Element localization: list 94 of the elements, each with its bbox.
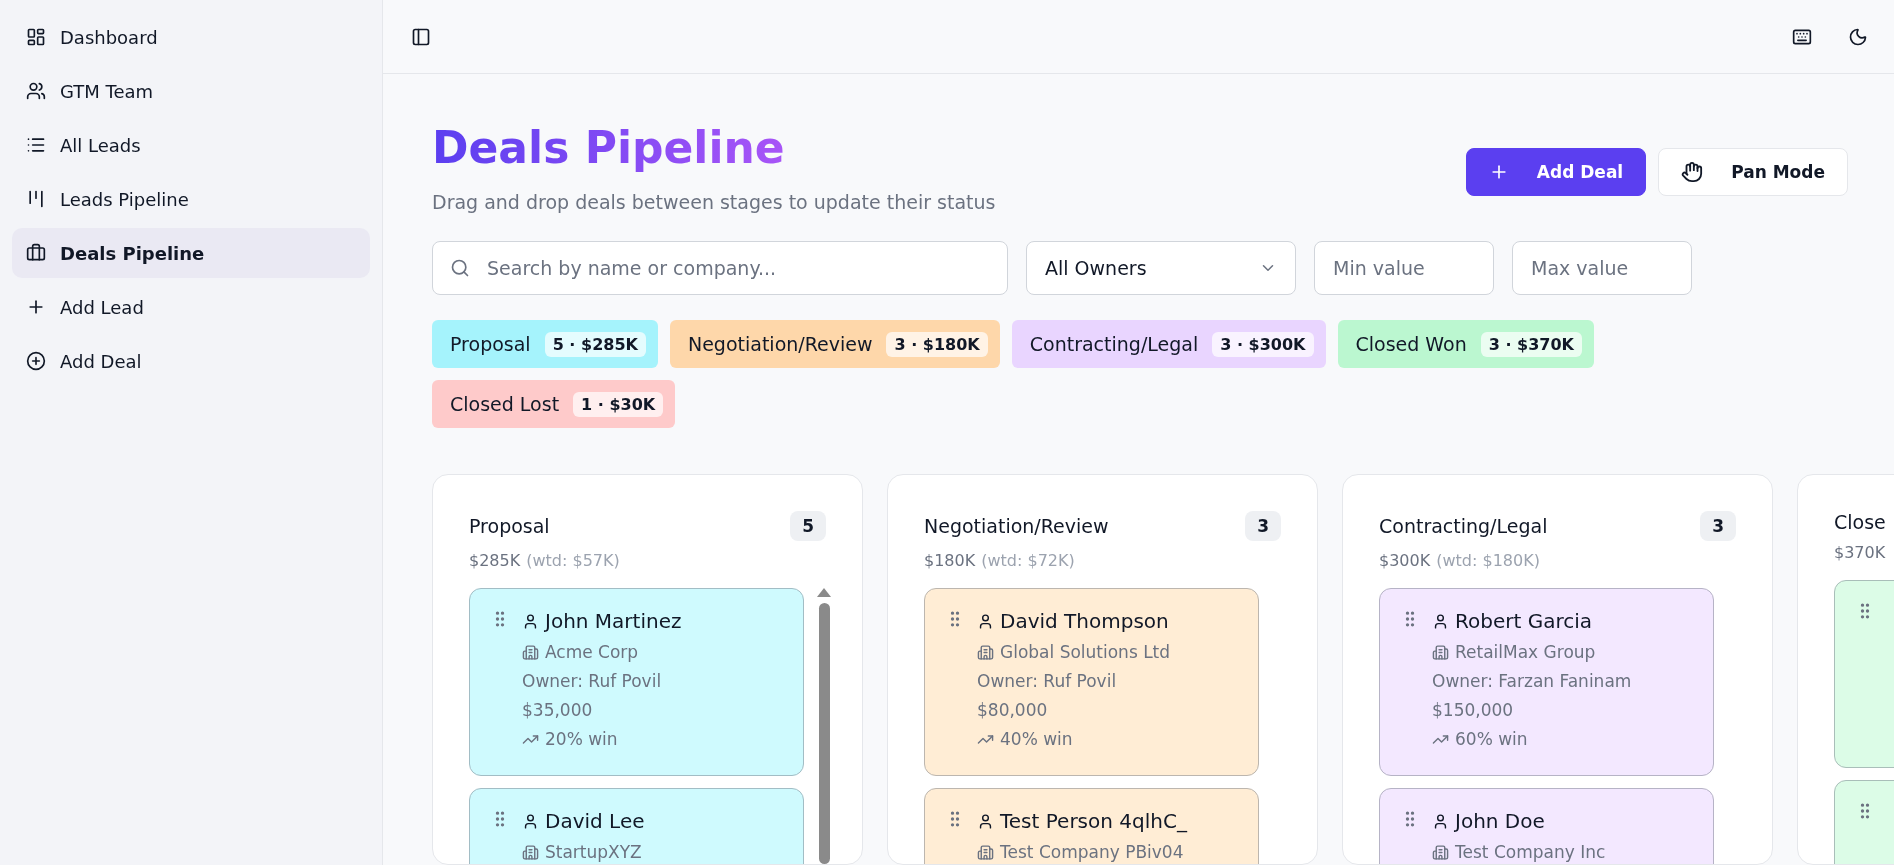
company-name: Test Company PBiv04 <box>1000 842 1184 862</box>
deal-value: $150,000 <box>1432 700 1514 720</box>
column-total: $180K <box>924 551 976 570</box>
person-icon <box>977 812 994 830</box>
column-total: $285K <box>469 551 521 570</box>
column-title: Contracting/Legal <box>1379 515 1548 537</box>
deal-name: John Martinez <box>545 609 682 633</box>
count-badge: 3 <box>1245 511 1281 541</box>
stage-label: Closed Lost <box>450 393 560 415</box>
win-probability: 40% win <box>1000 729 1073 749</box>
column-total: $300K <box>1379 551 1431 570</box>
deal-card[interactable]: John Martinez Acme Corp Owner: Ruf Povil $35,000 20% win <box>469 588 804 776</box>
briefcase-icon <box>26 243 46 263</box>
person-icon <box>522 612 539 630</box>
scroll-up-icon[interactable] <box>817 588 831 597</box>
stage-summary: 3 · $370K <box>1480 331 1582 357</box>
person-icon <box>1432 612 1449 630</box>
min-value-field[interactable]: Min value <box>1314 241 1494 295</box>
sidebar-item[interactable]: All Leads <box>12 120 370 170</box>
hand-icon <box>1681 161 1704 183</box>
moon-icon[interactable] <box>1848 26 1868 47</box>
stage-chip[interactable]: Contracting/Legal 3 · $300K <box>1011 320 1326 368</box>
column-title: Close <box>1834 511 1886 533</box>
search-icon <box>450 258 470 278</box>
stage-chip[interactable]: Closed Lost 1 · $30K <box>432 380 676 428</box>
deal-owner: Owner: Ruf Povil <box>522 671 662 691</box>
sidebar-item[interactable]: Add Deal <box>12 336 370 386</box>
deal-value: $80,000 <box>977 700 1048 720</box>
deal-name: David Lee <box>545 809 645 833</box>
list-icon <box>26 135 46 155</box>
deal-name: Robert Garcia <box>1455 609 1592 633</box>
scrollbar[interactable] <box>816 588 832 864</box>
building-icon <box>1432 643 1449 661</box>
count-badge: 5 <box>790 511 826 541</box>
person-icon <box>522 812 539 830</box>
building-icon <box>977 643 994 661</box>
stage-label: Closed Won <box>1355 333 1467 355</box>
sidebar-item[interactable]: Leads Pipeline <box>12 174 370 224</box>
deal-name: John Doe <box>1455 809 1545 833</box>
columns-icon <box>26 189 46 209</box>
weighted-total: (wtd: $57K) <box>526 551 620 570</box>
sidebar-item[interactable]: Deals Pipeline <box>12 228 370 278</box>
stage-label: Contracting/Legal <box>1029 333 1199 355</box>
weighted-total: (wtd: $180K) <box>1436 551 1540 570</box>
stage-summary: 3 · $300K <box>1212 331 1314 357</box>
deal-card[interactable]: David Thompson Global Solutions Ltd Owner: Ruf Povil $80,000 40% win <box>924 588 1259 776</box>
search-field[interactable]: Search by name or company... <box>432 241 1008 295</box>
company-name: Acme Corp <box>545 642 639 662</box>
column-title: Proposal <box>469 515 550 537</box>
count-badge: 3 <box>1700 511 1736 541</box>
sidebar-item[interactable]: Dashboard <box>12 12 370 62</box>
company-name: Global Solutions Ltd <box>1000 642 1171 662</box>
stage-summary: 1 · $30K <box>573 391 664 417</box>
stage-chip[interactable]: Closed Won 3 · $370K <box>1337 320 1594 368</box>
column-title: Negotiation/Review <box>924 515 1109 537</box>
deal-owner: Owner: Ruf Povil <box>977 671 1117 691</box>
deal-card[interactable]: Test Person 4qlhC_ Test Company PBiv04 <box>924 788 1259 864</box>
deal-name: Test Person 4qlhC_ <box>1000 809 1187 833</box>
stage-summary: 5 · $285K <box>544 331 646 357</box>
deal-card[interactable]: John Doe Test Company Inc <box>1379 788 1714 864</box>
sidebar-item[interactable]: Add Lead <box>12 282 370 332</box>
person-icon <box>1432 812 1449 830</box>
deal-name: David Thompson <box>1000 609 1169 633</box>
company-name: StartupXYZ <box>545 842 642 862</box>
building-icon <box>1432 843 1449 861</box>
circle-plus-icon <box>26 351 46 371</box>
users-icon <box>26 81 46 101</box>
company-name: Test Company Inc <box>1455 842 1606 862</box>
stage-chip[interactable]: Negotiation/Review 3 · $180K <box>669 320 1000 368</box>
column-total: $370K <box>1834 543 1886 562</box>
stage-summary: 3 · $180K <box>886 331 988 357</box>
sidebar-item[interactable]: GTM Team <box>12 66 370 116</box>
stage-label: Proposal <box>450 333 531 355</box>
company-name: RetailMax Group <box>1455 642 1596 662</box>
deal-card[interactable]: David Lee StartupXYZ <box>469 788 804 864</box>
dashboard-icon <box>26 27 46 47</box>
building-icon <box>522 843 539 861</box>
win-probability: 60% win <box>1455 729 1528 749</box>
page-subtitle: Drag and drop deals between stages to update their status <box>432 191 996 213</box>
win-probability: 20% win <box>545 729 618 749</box>
pan-mode-button[interactable]: Pan Mode <box>1658 148 1848 196</box>
stage-label: Negotiation/Review <box>687 333 873 355</box>
deal-owner: Owner: Farzan Faninam <box>1432 671 1632 691</box>
sidebar-toggle-icon[interactable] <box>411 26 431 47</box>
owner-select[interactable]: All Owners <box>1026 241 1296 295</box>
deal-value: $35,000 <box>522 700 593 720</box>
max-value-field[interactable]: Max value <box>1512 241 1692 295</box>
stage-chip[interactable]: Proposal 5 · $285K <box>432 320 658 368</box>
person-icon <box>977 612 994 630</box>
building-icon <box>977 843 994 861</box>
add-deal-button[interactable]: Add Deal <box>1465 148 1647 196</box>
deal-card[interactable]: Robert Garcia RetailMax Group Owner: Farzan Faninam $150,000 60% win <box>1379 588 1714 776</box>
weighted-total: (wtd: $72K) <box>981 551 1075 570</box>
building-icon <box>522 643 539 661</box>
